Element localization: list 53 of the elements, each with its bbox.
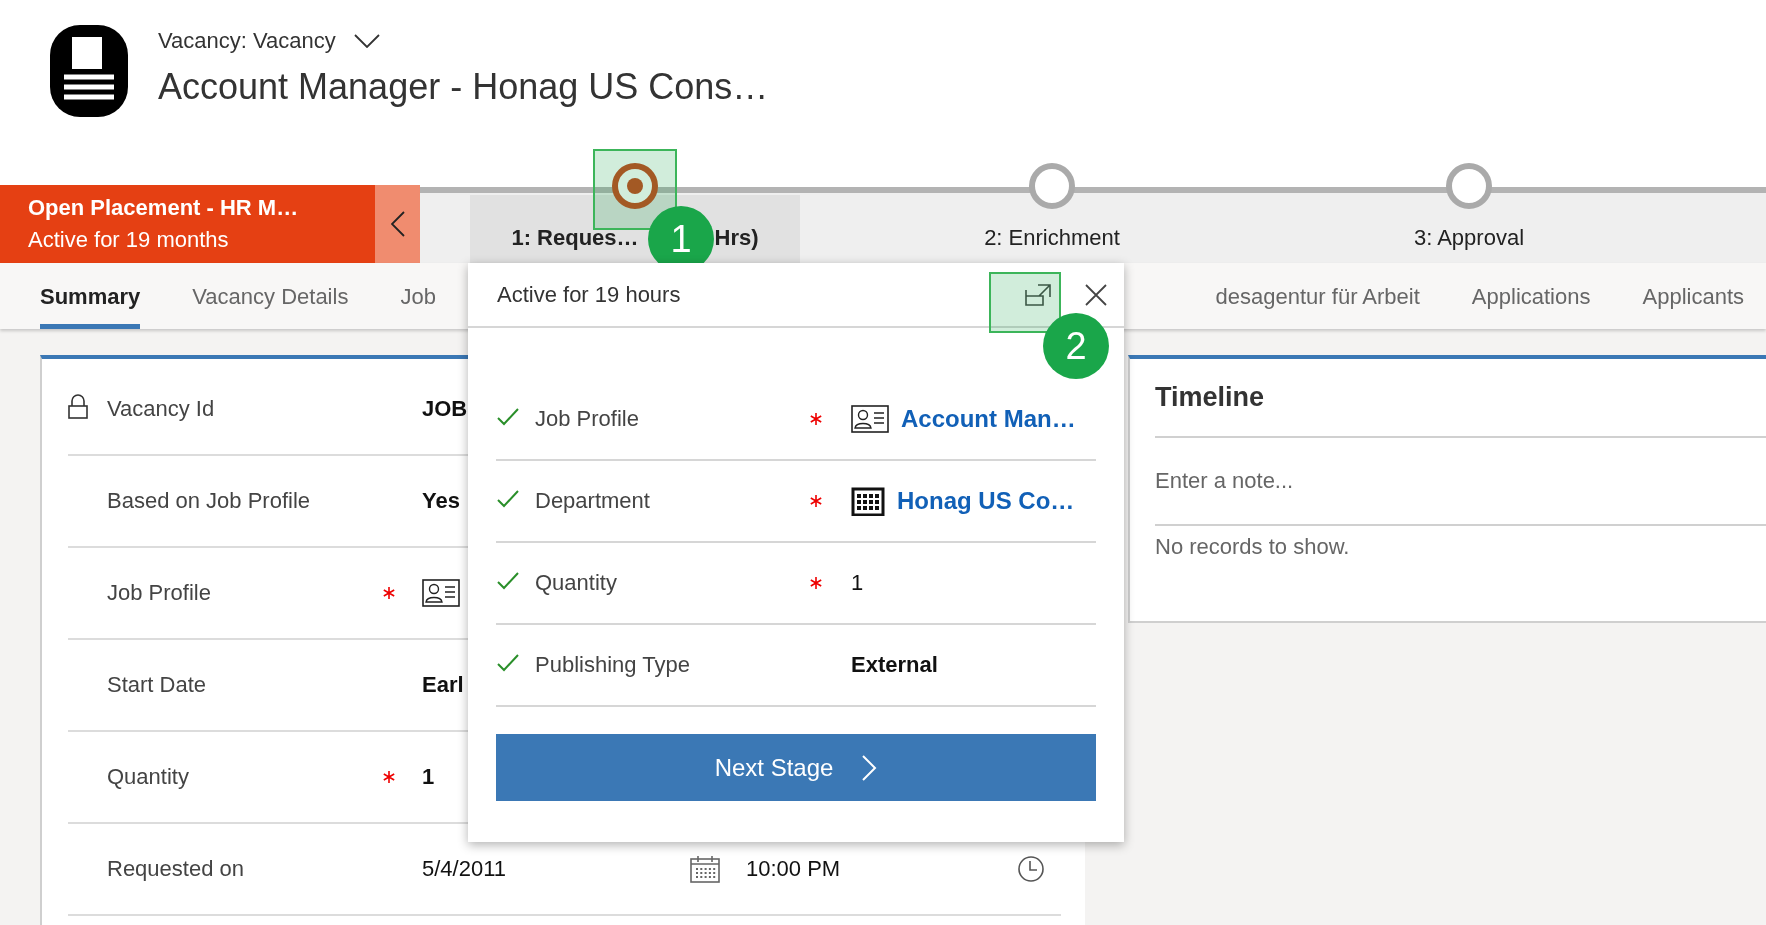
profile-card-icon (422, 579, 460, 607)
clock-icon[interactable] (1017, 855, 1045, 883)
field-value: Earl (422, 672, 464, 697)
field-value: JOB (422, 396, 468, 421)
step-value: External (851, 652, 938, 677)
tab[interactable]: Job (400, 263, 436, 329)
empty-message: No records to show. (1155, 534, 1351, 560)
field-label: Vacancy Id (107, 396, 216, 422)
field-value: 1 (422, 764, 435, 789)
field-value: Yes (422, 488, 460, 513)
process-duration: Active for 19 months (28, 227, 230, 253)
tab[interactable]: Applicants (1642, 263, 1744, 329)
stage-label: 1: Reques… (511, 225, 639, 251)
chevron-left-icon[interactable] (390, 211, 405, 237)
process-stage[interactable]: 3: Approval (1304, 195, 1634, 263)
tab[interactable]: Vacancy Details (192, 263, 349, 329)
date-value: 5/4/2011 (422, 856, 507, 882)
field-label: Requested on (107, 856, 245, 882)
time-value: 10:00 PM (746, 856, 842, 882)
step-number-callout-tooltip: 2 (1043, 313, 1109, 379)
next-stage-button[interactable]: Next Stage (496, 734, 1096, 801)
chevron-down-icon[interactable] (353, 34, 380, 48)
document-logo-icon (50, 25, 128, 117)
expand-icon[interactable] (1025, 283, 1051, 306)
step-label: Job Profile (535, 406, 640, 432)
lookup-link[interactable]: Honag US Co… (897, 487, 1075, 515)
tab[interactable]: Summary (40, 263, 141, 329)
profile-card-icon (851, 405, 889, 433)
timeline-title: Timeline (1155, 359, 1766, 438)
building-icon (851, 486, 885, 516)
field-label: Quantity (107, 764, 190, 790)
stage-label: Hrs) (714, 225, 759, 251)
process-stage[interactable]: 2: Enrichment (887, 195, 1217, 263)
calendar-icon[interactable] (690, 855, 720, 883)
step-label: Quantity (535, 570, 618, 596)
step-value: 1 (851, 570, 864, 595)
process-name: Open Placement - HR M… (28, 195, 300, 221)
record-title: Account Manager - Honag US Cons… (158, 66, 769, 108)
field-label: Start Date (107, 672, 208, 698)
note-field[interactable]: Enter a note... (1155, 438, 1766, 526)
stage-label: 3: Approval (1413, 225, 1525, 251)
tab[interactable]: desagentur für Arbeit (1215, 263, 1420, 329)
step-label: Department (535, 488, 651, 514)
highlight-callout-tooltip (989, 272, 1061, 333)
chevron-right-icon[interactable] (861, 753, 878, 782)
stage-label: 2: Enrichment (984, 225, 1120, 251)
field-label: Job Profile (107, 580, 212, 606)
tab[interactable]: Applications (1471, 263, 1591, 329)
entity-selector[interactable]: Vacancy: Vacancy (158, 28, 336, 54)
field-label: Based on Job Profile (107, 488, 312, 514)
step-label: Publishing Type (535, 652, 691, 678)
lookup-link[interactable]: Account Man… (901, 405, 1076, 433)
flyout-title: Active for 19 hours (497, 281, 682, 308)
